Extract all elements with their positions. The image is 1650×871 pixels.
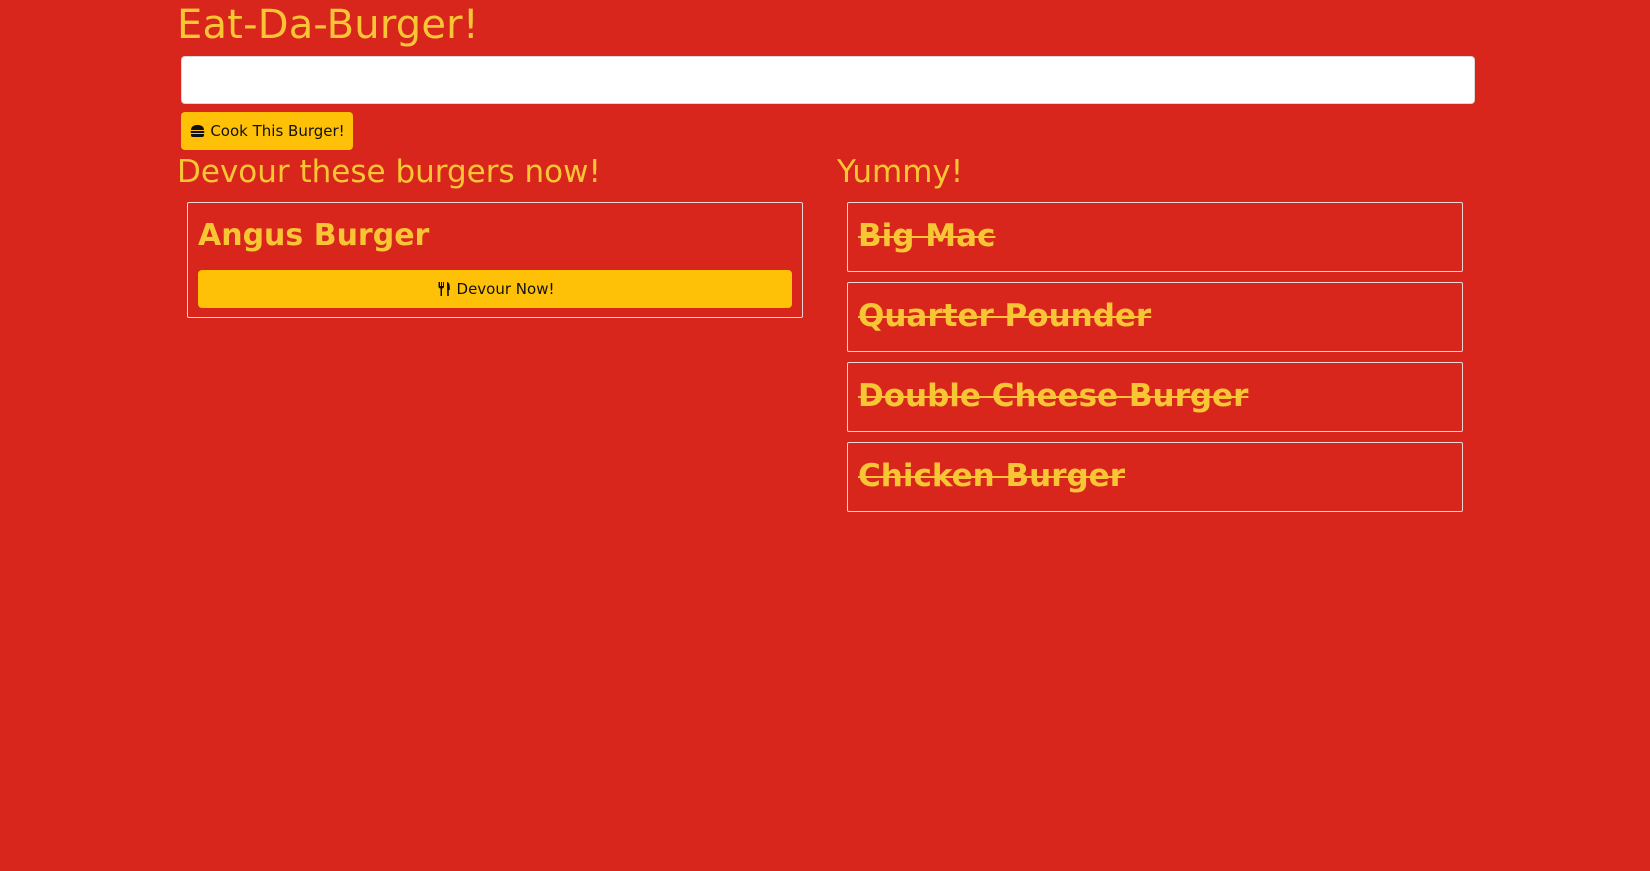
hamburger-icon xyxy=(189,123,205,139)
burger-name-input[interactable] xyxy=(181,56,1475,104)
page-title: Eat-Da-Burger! xyxy=(177,2,480,48)
uneaten-burger-card: Angus Burger Devour Now! xyxy=(187,202,803,318)
utensils-icon xyxy=(436,281,452,297)
eaten-section-title: Yummy! xyxy=(837,154,964,190)
eaten-burger-name: Chicken Burger xyxy=(858,458,1125,494)
devour-section-title: Devour these burgers now! xyxy=(177,154,601,190)
devour-now-button-label: Devour Now! xyxy=(456,280,555,298)
eaten-burger-card: Big Mac xyxy=(847,202,1463,272)
eaten-burger-card: Double Cheese Burger xyxy=(847,362,1463,432)
eaten-burger-name: Big Mac xyxy=(858,218,996,254)
cook-burger-button-label: Cook This Burger! xyxy=(210,122,345,140)
uneaten-burger-name: Angus Burger xyxy=(198,218,430,253)
eaten-burger-name: Quarter Pounder xyxy=(858,298,1152,334)
devour-now-button[interactable]: Devour Now! xyxy=(198,270,792,308)
eaten-burger-card: Chicken Burger xyxy=(847,442,1463,512)
eaten-burger-name: Double Cheese Burger xyxy=(858,378,1249,414)
cook-burger-button[interactable]: Cook This Burger! xyxy=(181,112,353,150)
eaten-burger-card: Quarter Pounder xyxy=(847,282,1463,352)
